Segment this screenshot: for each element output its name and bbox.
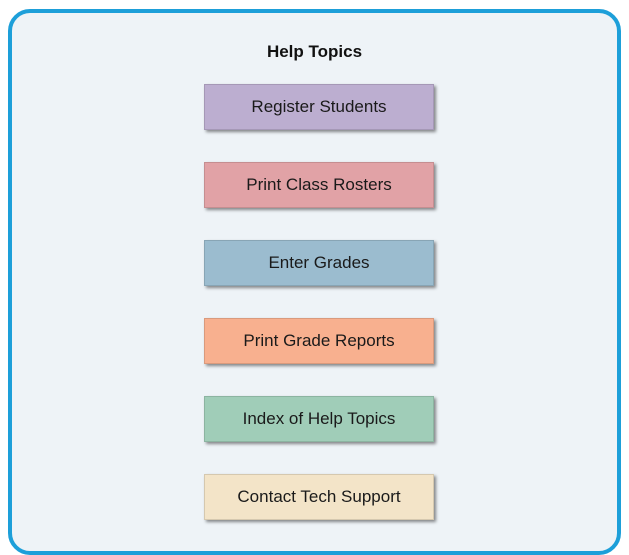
register-students-button[interactable]: Register Students [204, 84, 434, 130]
print-grade-reports-button[interactable]: Print Grade Reports [204, 318, 434, 364]
contact-tech-support-button[interactable]: Contact Tech Support [204, 474, 434, 520]
index-of-help-topics-button[interactable]: Index of Help Topics [204, 396, 434, 442]
enter-grades-button[interactable]: Enter Grades [204, 240, 434, 286]
print-class-rosters-button[interactable]: Print Class Rosters [204, 162, 434, 208]
help-topics-title: Help Topics [266, 42, 363, 61]
